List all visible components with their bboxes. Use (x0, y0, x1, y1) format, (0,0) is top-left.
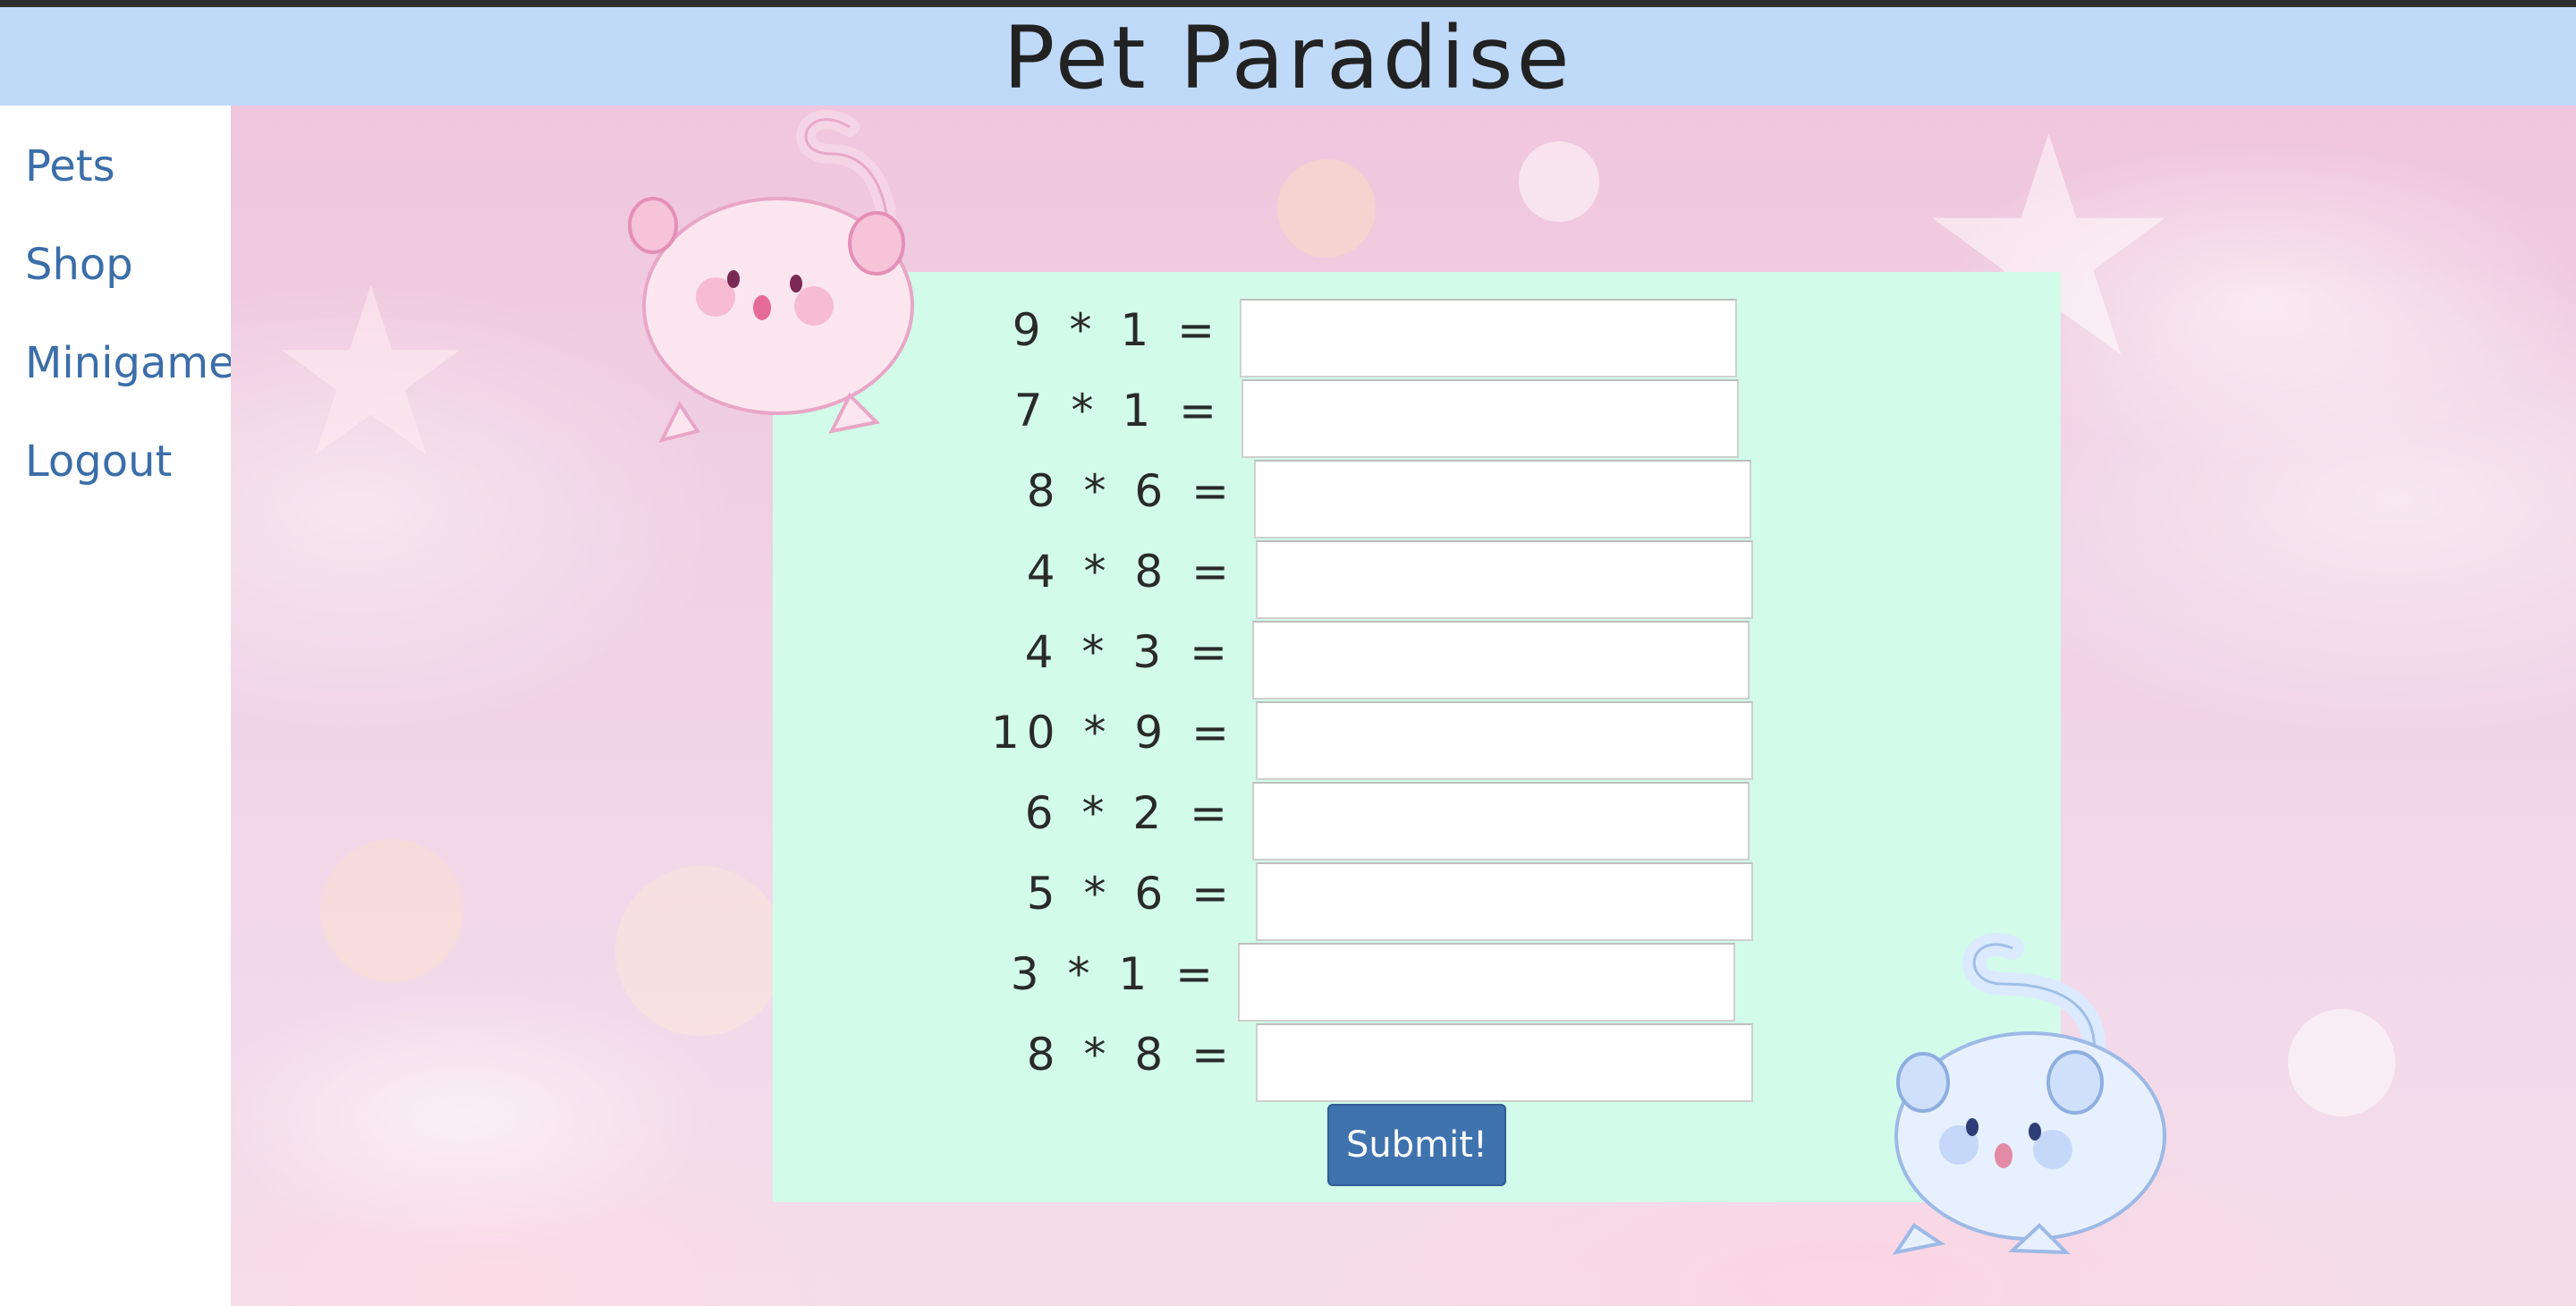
question-label: 10 * 9 = (990, 707, 1236, 759)
bokeh-light (2288, 1009, 2395, 1116)
question-label: 8 * 8 = (1026, 1029, 1236, 1081)
question-label: 7 * 1 = (1013, 385, 1224, 437)
site-header: Pet Paradise (0, 7, 2576, 108)
submit-button[interactable]: Submit! (1327, 1104, 1506, 1186)
answer-input[interactable] (1252, 782, 1750, 861)
answer-input[interactable] (1256, 701, 1753, 780)
star-decoration: ★ (267, 239, 476, 509)
question-label: 4 * 3 = (1024, 626, 1234, 678)
bokeh-light (1519, 141, 1599, 222)
sidebar: Pets Shop Minigame Logout (0, 106, 235, 1306)
pink-pet-illustration (628, 109, 914, 443)
question-label: 6 * 2 = (1024, 787, 1234, 839)
site-title: Pet Paradise (1003, 8, 1573, 108)
answer-input[interactable] (1252, 621, 1750, 700)
question-label: 8 * 6 = (1026, 465, 1236, 517)
sidebar-item-logout[interactable]: Logout (25, 437, 172, 487)
answer-input[interactable] (1241, 379, 1739, 458)
top-bar (0, 0, 2576, 7)
question-label: 3 * 1 = (1010, 948, 1220, 1000)
bokeh-light (320, 839, 463, 982)
sidebar-item-shop[interactable]: Shop (25, 240, 133, 290)
blue-pet-illustration (1892, 932, 2166, 1255)
question-label: 4 * 8 = (1026, 546, 1236, 598)
answer-input[interactable] (1256, 862, 1753, 941)
sidebar-item-pets[interactable]: Pets (25, 141, 115, 191)
answer-input[interactable] (1240, 299, 1737, 377)
question-label: 9 * 1 = (1012, 304, 1222, 356)
answer-input[interactable] (1256, 1023, 1753, 1102)
sidebar-item-minigame[interactable]: Minigame (25, 338, 235, 388)
answer-input[interactable] (1256, 540, 1753, 619)
bokeh-light (615, 866, 785, 1036)
bokeh-light (1277, 159, 1376, 258)
answer-input[interactable] (1254, 460, 1751, 539)
question-label: 5 * 6 = (1026, 868, 1236, 920)
answer-input[interactable] (1238, 943, 1735, 1022)
